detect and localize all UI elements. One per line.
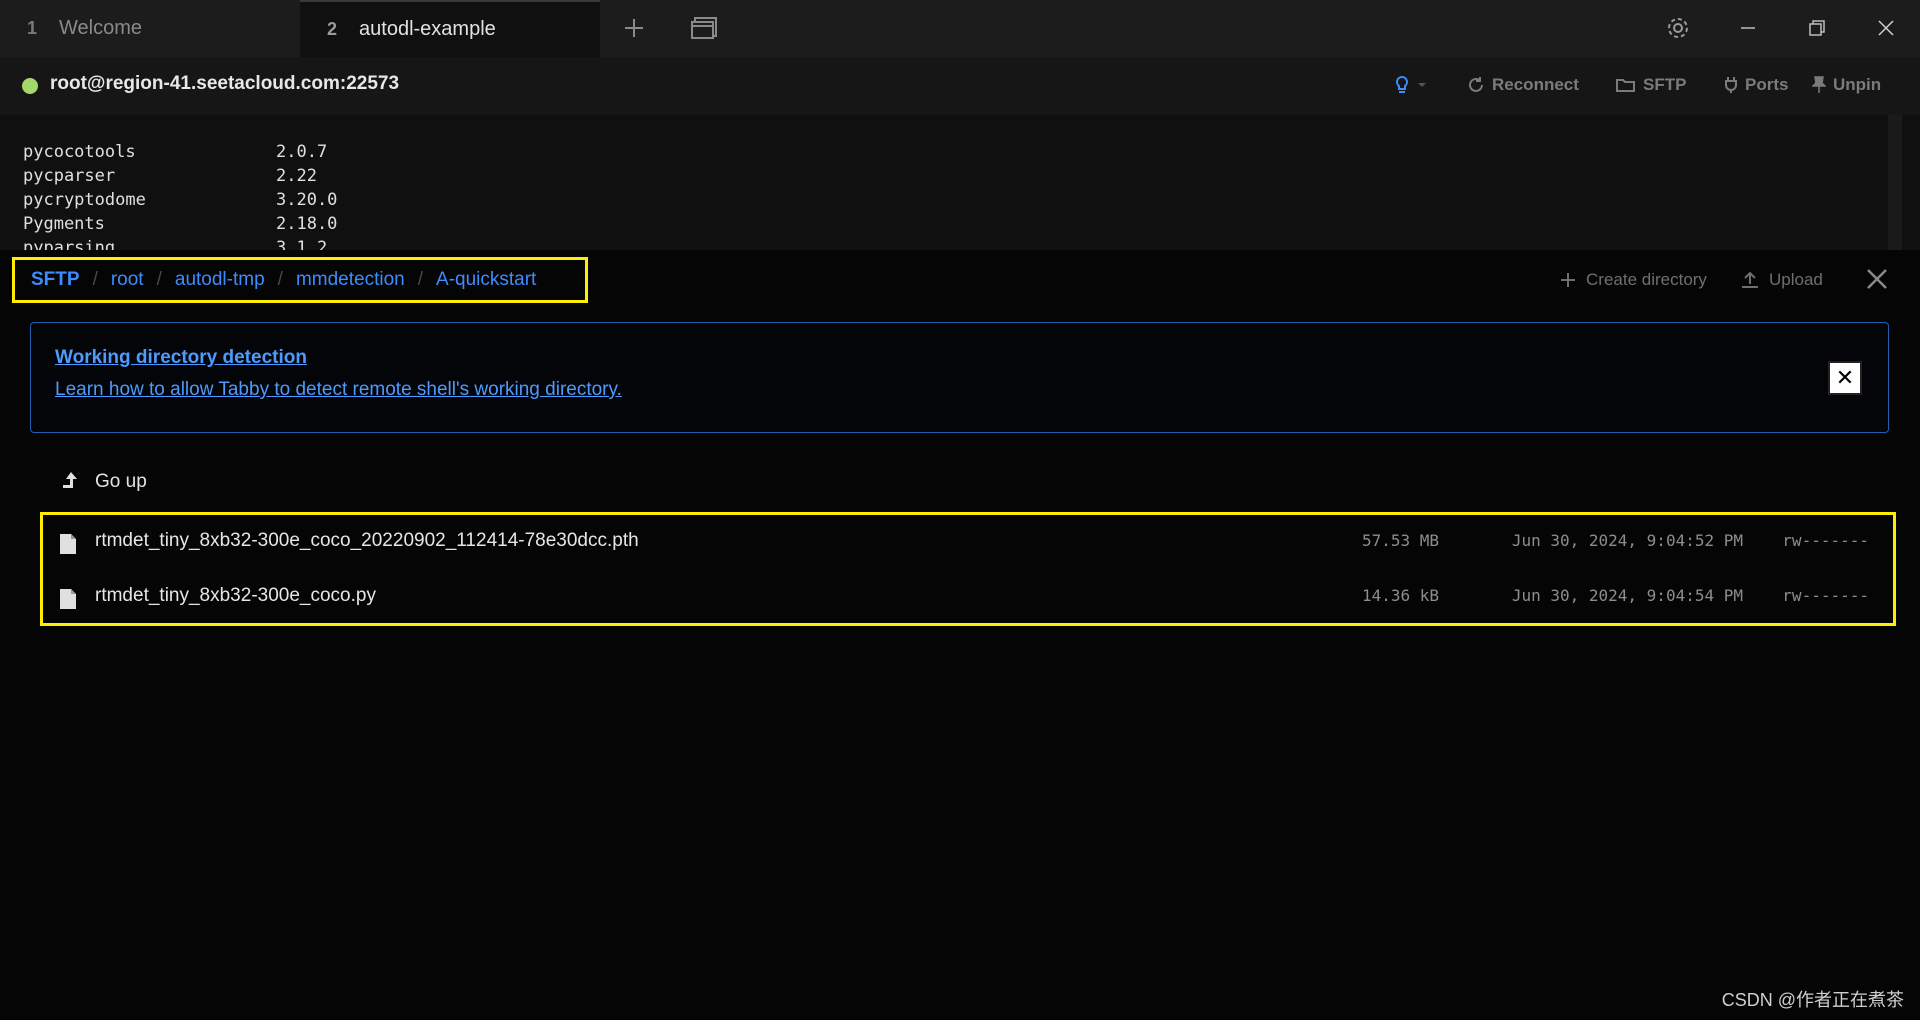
breadcrumb-mmdetection[interactable]: mmdetection: [296, 269, 405, 291]
file-size: 14.36 kB: [1361, 586, 1439, 605]
terminal-scrollbar[interactable]: [1888, 115, 1902, 250]
file-permissions: rw-------: [1782, 531, 1869, 550]
breadcrumb-a-quickstart[interactable]: A-quickstart: [436, 269, 536, 291]
banner-close-button[interactable]: ✕: [1828, 361, 1862, 395]
profiles-icon[interactable]: [690, 14, 718, 42]
session-header: root@region-41.seetacloud.com:22573 Reco…: [0, 57, 1920, 115]
settings-icon[interactable]: [1664, 14, 1692, 42]
breadcrumb-separator: /: [277, 269, 283, 290]
cwd-detection-banner: Working directory detection Learn how to…: [30, 322, 1889, 433]
banner-title-link[interactable]: Working directory detection: [55, 347, 307, 369]
terminal-line: pycocotools 2.0.7: [23, 142, 328, 162]
terminal-output[interactable]: pycocotools 2.0.7 pycparser 2.22 pycryptod…: [0, 115, 1920, 250]
close-sftp-icon[interactable]: [1864, 266, 1890, 292]
level-up-icon: [55, 468, 83, 496]
tab-number: 2: [327, 19, 338, 39]
file-icon: [60, 534, 76, 554]
file-row[interactable]: rtmdet_tiny_8xb32-300e_coco.py 14.36 kB …: [43, 572, 1893, 624]
minimize-icon[interactable]: [1734, 14, 1762, 42]
unpin-label: Unpin: [1833, 75, 1882, 94]
file-size: 57.53 MB: [1361, 531, 1439, 550]
watermark: CSDN @作者正在煮茶: [1721, 990, 1904, 1010]
breadcrumb-separator: /: [92, 269, 98, 290]
breadcrumb-separator: /: [156, 269, 162, 290]
breadcrumb-sftp[interactable]: SFTP: [31, 269, 80, 291]
sftp-label: SFTP: [1643, 75, 1687, 94]
tab-autodl-example[interactable]: 2 autodl-example: [300, 0, 600, 57]
create-directory-label: Create directory: [1586, 270, 1707, 289]
file-row[interactable]: rtmdet_tiny_8xb32-300e_coco_20220902_112…: [43, 517, 1893, 569]
ports-button[interactable]: Ports: [1724, 75, 1788, 95]
file-name: rtmdet_tiny_8xb32-300e_coco_20220902_112…: [95, 530, 639, 551]
terminal-line: pyparsing 3.1.2: [23, 238, 328, 250]
file-name: rtmdet_tiny_8xb32-300e_coco.py: [95, 585, 376, 606]
plug-icon: [1725, 77, 1737, 93]
tab-welcome[interactable]: 1 Welcome: [0, 0, 300, 57]
lightbulb-icon: [1396, 75, 1408, 93]
host-label: root@region-41.seetacloud.com:22573: [50, 73, 400, 94]
create-directory-button[interactable]: Create directory: [1560, 270, 1707, 290]
go-up-label: Go up: [95, 471, 147, 492]
tab-title: autodl-example: [359, 18, 496, 40]
breadcrumb-root[interactable]: root: [111, 269, 144, 291]
upload-icon: [1742, 271, 1758, 288]
sftp-panel: SFTP / root / autodl-tmp / mmdetection /…: [0, 250, 1920, 1020]
file-date: Jun 30, 2024, 9:04:52 PM: [1511, 531, 1743, 550]
close-window-icon[interactable]: [1872, 14, 1900, 42]
plus-icon: [1561, 273, 1575, 287]
reconnect-label: Reconnect: [1492, 75, 1579, 94]
reconnect-icon: [1469, 77, 1483, 92]
chevron-down-icon: [1418, 83, 1426, 87]
upload-button[interactable]: Upload: [1741, 270, 1823, 290]
sftp-button[interactable]: SFTP: [1616, 75, 1686, 95]
file-list: rtmdet_tiny_8xb32-300e_coco_20220902_112…: [40, 512, 1896, 626]
unpin-button[interactable]: Unpin: [1812, 75, 1881, 95]
file-icon: [60, 589, 76, 609]
restore-icon[interactable]: [1803, 14, 1831, 42]
hint-button[interactable]: [1394, 75, 1427, 95]
reconnect-button[interactable]: Reconnect: [1467, 75, 1579, 95]
tab-title: Welcome: [59, 17, 143, 39]
go-up-item[interactable]: Go up: [55, 468, 147, 496]
breadcrumb-autodl-tmp[interactable]: autodl-tmp: [175, 269, 265, 291]
terminal-line: pycparser 2.22: [23, 166, 317, 186]
file-date: Jun 30, 2024, 9:04:54 PM: [1511, 586, 1743, 605]
pin-icon: [1812, 76, 1826, 93]
terminal-line: pycryptodome 3.20.0: [23, 190, 338, 210]
terminal-line: Pygments 2.18.0: [23, 214, 338, 234]
tab-number: 1: [27, 18, 38, 38]
breadcrumb: SFTP / root / autodl-tmp / mmdetection /…: [12, 257, 588, 303]
banner-help-link[interactable]: Learn how to allow Tabby to detect remot…: [55, 379, 622, 401]
folder-open-icon: [1616, 79, 1635, 92]
breadcrumb-separator: /: [417, 269, 423, 290]
ports-label: Ports: [1745, 75, 1789, 94]
tab-bar: 1 Welcome 2 autodl-example: [0, 0, 1920, 57]
new-tab-icon[interactable]: [620, 14, 648, 42]
file-permissions: rw-------: [1782, 586, 1869, 605]
upload-label: Upload: [1769, 270, 1823, 289]
connection-status-dot: [22, 78, 38, 94]
